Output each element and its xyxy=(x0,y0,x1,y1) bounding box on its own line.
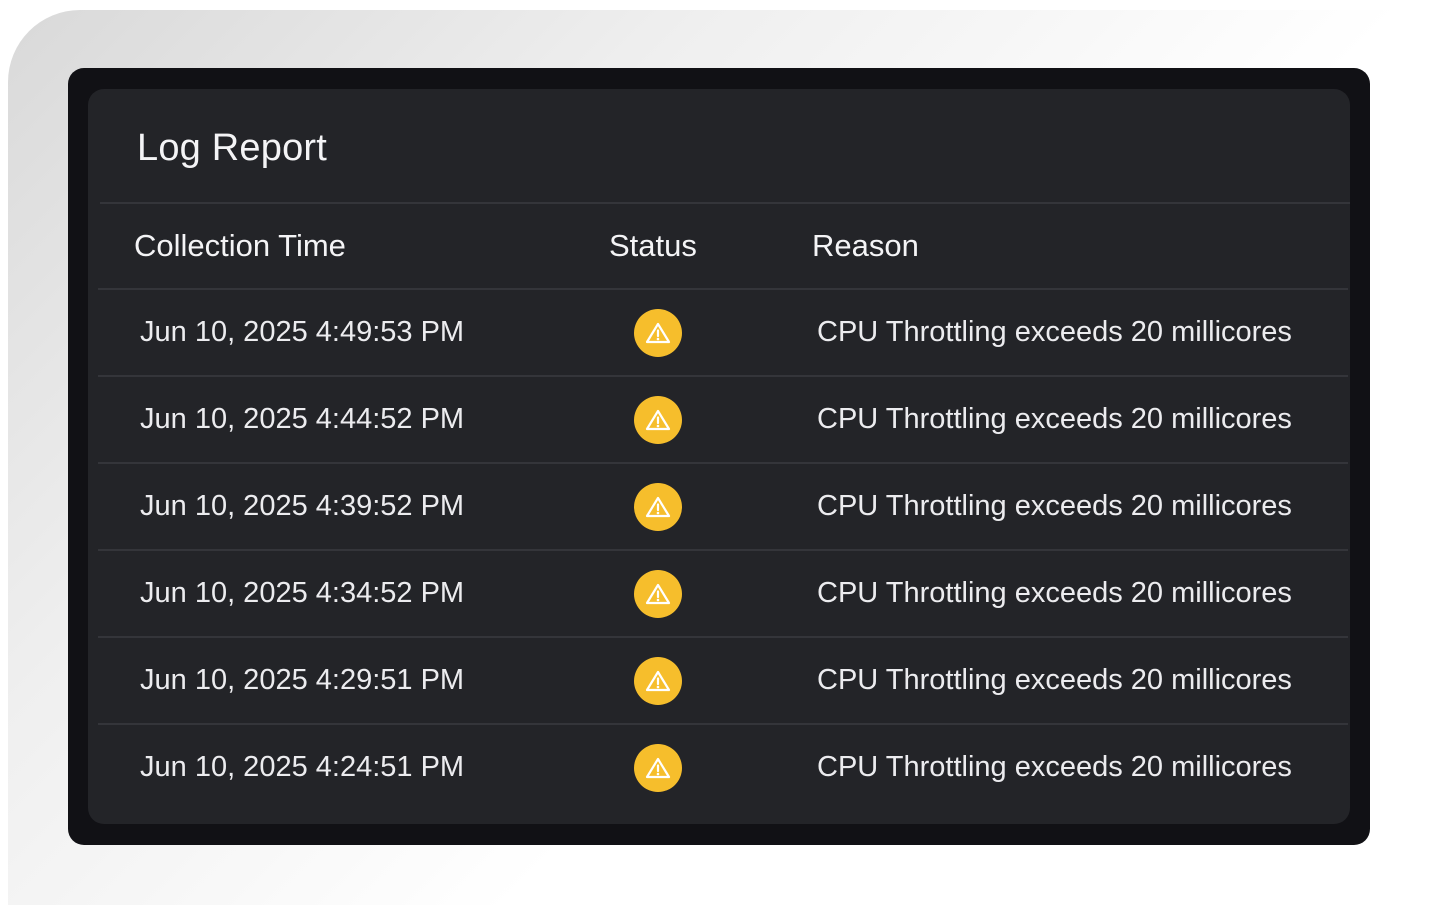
collection-time-cell: Jun 10, 2025 4:44:52 PM xyxy=(140,403,465,435)
status-cell xyxy=(634,464,682,549)
warning-icon xyxy=(634,482,682,531)
collection-time-cell: Jun 10, 2025 4:29:51 PM xyxy=(140,664,465,696)
log-table: Collection Time Status Reason Jun 10, 20… xyxy=(98,204,1348,810)
warning-icon xyxy=(634,656,682,705)
collection-time-cell: Jun 10, 2025 4:24:51 PM xyxy=(140,751,465,783)
warning-icon xyxy=(634,743,682,792)
status-cell xyxy=(634,290,682,375)
reason-cell: CPU Throttling exceeds 20 millicores xyxy=(817,664,1292,696)
status-cell xyxy=(634,725,682,810)
reason-cell: CPU Throttling exceeds 20 millicores xyxy=(817,490,1292,522)
status-cell xyxy=(634,551,682,636)
table-row[interactable]: Jun 10, 2025 4:34:52 PM CPU Throttling e… xyxy=(98,551,1348,638)
reason-cell: CPU Throttling exceeds 20 millicores xyxy=(817,577,1292,609)
collection-time-cell: Jun 10, 2025 4:39:52 PM xyxy=(140,490,465,522)
warning-icon xyxy=(634,395,682,444)
table-row[interactable]: Jun 10, 2025 4:44:52 PM CPU Throttling e… xyxy=(98,377,1348,464)
log-report-panel: Log Report Collection Time Status Reason… xyxy=(88,89,1350,824)
status-cell xyxy=(634,377,682,462)
warning-icon xyxy=(634,308,682,357)
device-frame: Log Report Collection Time Status Reason… xyxy=(68,68,1370,845)
warning-icon xyxy=(634,569,682,618)
panel-title: Log Report xyxy=(137,127,328,169)
status-cell xyxy=(634,638,682,723)
reason-cell: CPU Throttling exceeds 20 millicores xyxy=(817,403,1292,435)
reason-cell: CPU Throttling exceeds 20 millicores xyxy=(817,316,1292,348)
table-row[interactable]: Jun 10, 2025 4:39:52 PM CPU Throttling e… xyxy=(98,464,1348,551)
reason-cell: CPU Throttling exceeds 20 millicores xyxy=(817,751,1292,783)
collection-time-cell: Jun 10, 2025 4:49:53 PM xyxy=(140,316,465,348)
table-row[interactable]: Jun 10, 2025 4:29:51 PM CPU Throttling e… xyxy=(98,638,1348,725)
column-header-status[interactable]: Status xyxy=(609,204,697,288)
column-header-collection-time[interactable]: Collection Time xyxy=(134,204,346,288)
column-header-reason[interactable]: Reason xyxy=(812,204,919,288)
collection-time-cell: Jun 10, 2025 4:34:52 PM xyxy=(140,577,465,609)
table-row[interactable]: Jun 10, 2025 4:49:53 PM CPU Throttling e… xyxy=(98,290,1348,377)
table-row[interactable]: Jun 10, 2025 4:24:51 PM CPU Throttling e… xyxy=(98,725,1348,810)
table-header-row: Collection Time Status Reason xyxy=(98,204,1348,290)
